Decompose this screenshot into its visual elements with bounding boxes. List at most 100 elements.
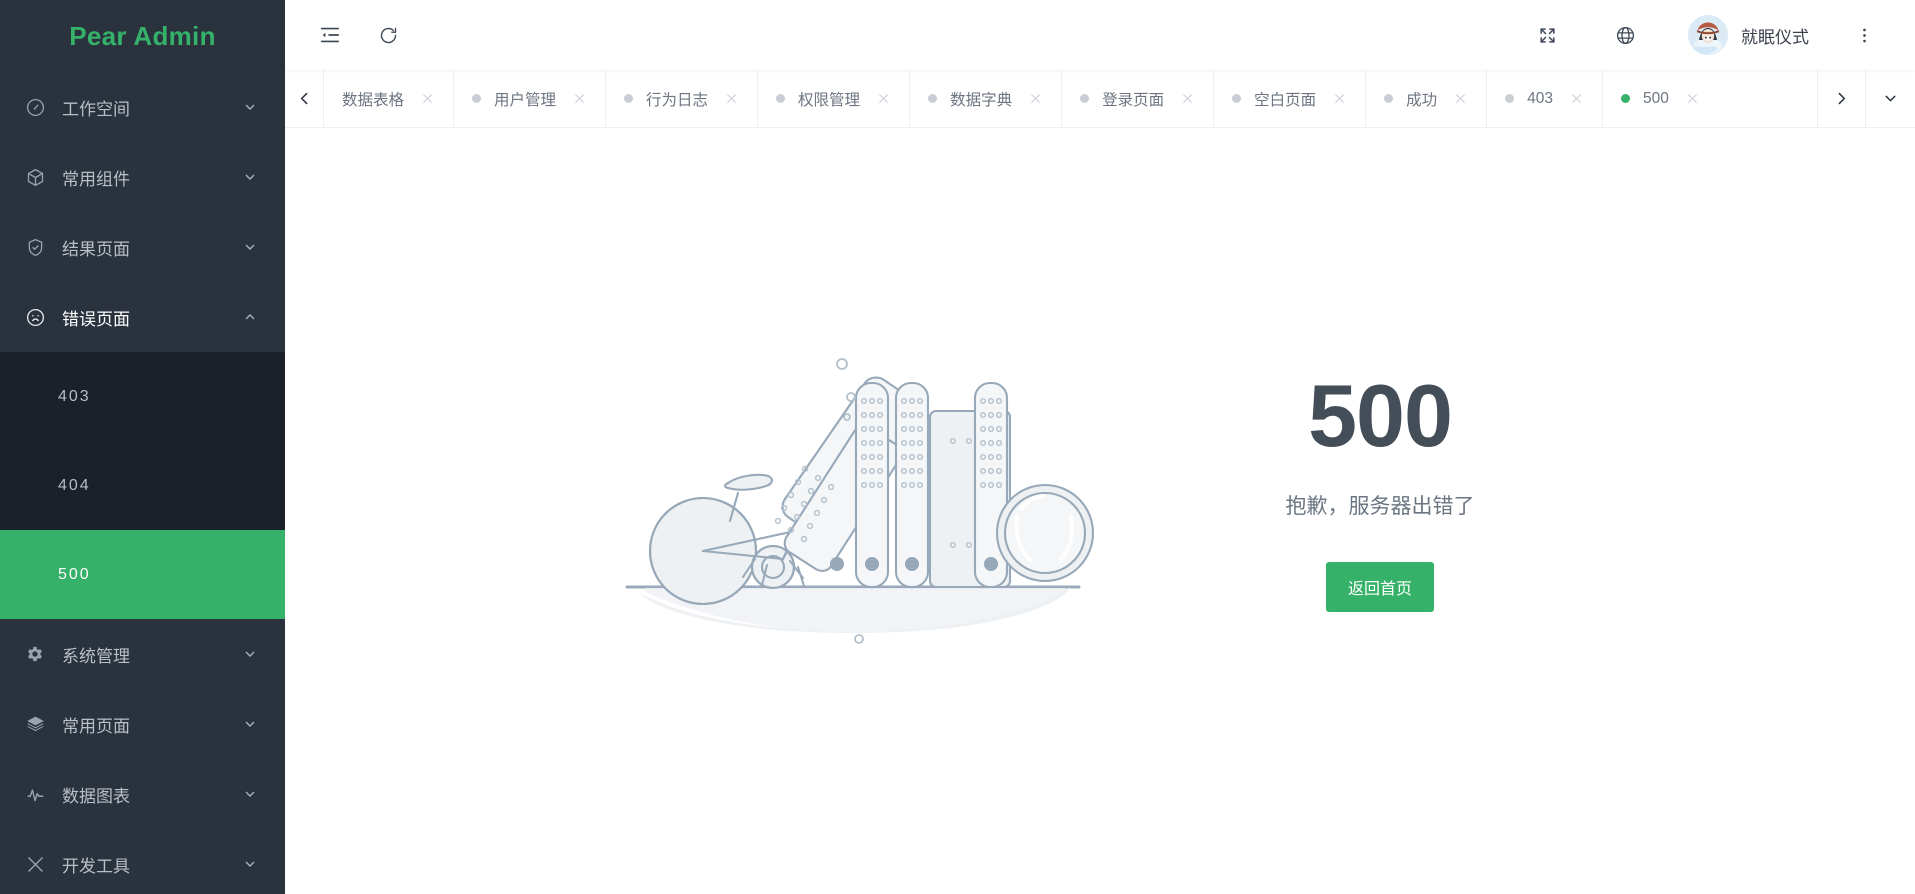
tab-item[interactable]: 数据字典: [909, 70, 1061, 127]
fullscreen-icon[interactable]: [1524, 12, 1570, 58]
chevron-down-icon: [241, 645, 259, 663]
tab-status-dot: [776, 94, 786, 103]
sidebar-item-label: 结果页面: [62, 239, 130, 259]
sidebar-item-error-pages[interactable]: 错误页面: [0, 282, 285, 352]
chevron-down-icon: [241, 855, 259, 873]
chevron-down-icon: [241, 785, 259, 803]
refresh-icon[interactable]: [365, 12, 411, 58]
tab-status-dot: [928, 94, 938, 103]
tab-scroll-left-button[interactable]: [285, 70, 323, 127]
sidebar-item-charts[interactable]: 数据图表: [0, 759, 285, 829]
tab-label: 500: [1643, 89, 1669, 107]
sidebar-subitem-500[interactable]: 500: [0, 530, 285, 619]
tab-label: 空白页面: [1254, 91, 1317, 109]
tools-icon: [20, 854, 50, 875]
tab-label: 用户管理: [494, 91, 557, 109]
tab-label: 成功: [1406, 91, 1438, 109]
layers-icon: [20, 714, 50, 735]
sidebar-item-label: 错误页面: [62, 309, 130, 329]
sidebar-item-workspace[interactable]: 工作空间: [0, 72, 285, 142]
tab-item[interactable]: 权限管理: [757, 70, 909, 127]
close-icon[interactable]: [1685, 91, 1700, 106]
sidebar-item-common-pages[interactable]: 常用页面: [0, 689, 285, 759]
tab-item[interactable]: 数据表格: [323, 70, 453, 127]
tab-status-dot: [1621, 94, 1630, 103]
sidebar-item-label: 工作空间: [62, 99, 130, 119]
cube-icon: [20, 167, 50, 188]
sidebar-item-label: 开发工具: [62, 856, 130, 876]
tab-item[interactable]: 500: [1602, 70, 1718, 127]
sidebar-submenu-error-pages: 403 404 500: [0, 352, 285, 619]
tab-dropdown-button[interactable]: [1865, 70, 1915, 127]
tab-item[interactable]: 登录页面: [1061, 70, 1213, 127]
server-crash-illustration: [605, 321, 1105, 661]
tab-label: 数据表格: [342, 91, 405, 109]
top-header: 就眠仪式: [285, 0, 1915, 70]
sidebar-subitem-404[interactable]: 404: [0, 441, 285, 530]
back-home-button[interactable]: 返回首页: [1325, 562, 1434, 613]
app-root: Pear Admin 工作空间 常用组件 结果页面 错误页面 403 404 5…: [0, 0, 1915, 894]
tab-label: 权限管理: [798, 91, 861, 109]
tab-item[interactable]: 成功: [1365, 70, 1486, 127]
tab-status-dot: [624, 94, 634, 103]
tab-bar: 数据表格 用户管理 行为日志 权限管理 数据字典 登录页面 空白页面 成功 403 500: [285, 70, 1915, 128]
more-vertical-icon[interactable]: [1841, 12, 1887, 58]
sidebar-subitem-403[interactable]: 403: [0, 352, 285, 441]
sidebar-item-label: 常用页面: [62, 716, 130, 736]
tab-item[interactable]: 行为日志: [605, 70, 757, 127]
tab-label: 登录页面: [1102, 91, 1165, 109]
close-icon[interactable]: [420, 91, 435, 106]
close-icon[interactable]: [1332, 91, 1347, 106]
close-icon[interactable]: [1028, 91, 1043, 106]
tab-item[interactable]: 用户管理: [453, 70, 605, 127]
tab-item[interactable]: 空白页面: [1213, 70, 1365, 127]
pulse-icon: [20, 784, 50, 805]
chevron-down-icon: [241, 238, 259, 256]
tab-scroll-right-button[interactable]: [1817, 70, 1865, 127]
sad-face-icon: [20, 307, 50, 328]
sidebar: Pear Admin 工作空间 常用组件 结果页面 错误页面 403 404 5…: [0, 0, 285, 894]
chevron-down-icon: [241, 715, 259, 733]
menu-fold-icon[interactable]: [307, 12, 353, 58]
avatar: [1688, 15, 1728, 55]
sidebar-menu: 工作空间 常用组件 结果页面 错误页面 403 404 500 系统管理 常用页…: [0, 72, 285, 894]
tab-item[interactable]: 403: [1486, 70, 1602, 127]
user-menu[interactable]: 就眠仪式: [1682, 15, 1815, 55]
chevron-down-icon: [241, 98, 259, 116]
sidebar-item-result-pages[interactable]: 结果页面: [0, 212, 285, 282]
error-code: 500: [1308, 365, 1453, 465]
main-area: 就眠仪式 数据表格 用户管理 行为日志 权限管理 数据字典 登录页面 空白页面 成功 403 50…: [285, 0, 1915, 894]
tab-label: 行为日志: [646, 91, 709, 109]
sidebar-item-label: 常用组件: [62, 169, 130, 189]
sidebar-item-dev-tools[interactable]: 开发工具: [0, 829, 285, 894]
close-icon[interactable]: [876, 91, 891, 106]
app-logo: Pear Admin: [69, 20, 216, 51]
error-page-content: 500 抱歉，服务器出错了 返回首页: [285, 128, 1915, 894]
tab-status-dot: [1232, 94, 1242, 103]
sidebar-item-components[interactable]: 常用组件: [0, 142, 285, 212]
gear-icon: [20, 644, 50, 664]
chevron-up-icon: [241, 308, 259, 326]
close-icon[interactable]: [1569, 91, 1584, 106]
user-name-label: 就眠仪式: [1741, 27, 1809, 47]
sidebar-item-label: 系统管理: [62, 646, 130, 666]
error-text-block: 500 抱歉，服务器出错了 返回首页: [1165, 365, 1595, 613]
sidebar-item-label: 数据图表: [62, 786, 130, 806]
tab-scroll-container: 数据表格 用户管理 行为日志 权限管理 数据字典 登录页面 空白页面 成功 403 500: [323, 70, 1817, 127]
tab-status-dot: [472, 94, 482, 103]
close-icon[interactable]: [724, 91, 739, 106]
globe-icon[interactable]: [1602, 12, 1648, 58]
tab-status-dot: [1384, 94, 1394, 103]
tab-status-dot: [1080, 94, 1090, 103]
tab-label: 数据字典: [950, 91, 1013, 109]
error-description: 抱歉，服务器出错了: [1285, 495, 1475, 519]
shield-check-icon: [20, 237, 50, 258]
sidebar-item-system[interactable]: 系统管理: [0, 619, 285, 689]
chevron-down-icon: [241, 168, 259, 186]
dashboard-icon: [20, 97, 50, 118]
tab-label: 403: [1527, 89, 1553, 107]
close-icon[interactable]: [572, 91, 587, 106]
tab-status-dot: [1505, 94, 1515, 103]
close-icon[interactable]: [1453, 91, 1468, 106]
close-icon[interactable]: [1180, 91, 1195, 106]
